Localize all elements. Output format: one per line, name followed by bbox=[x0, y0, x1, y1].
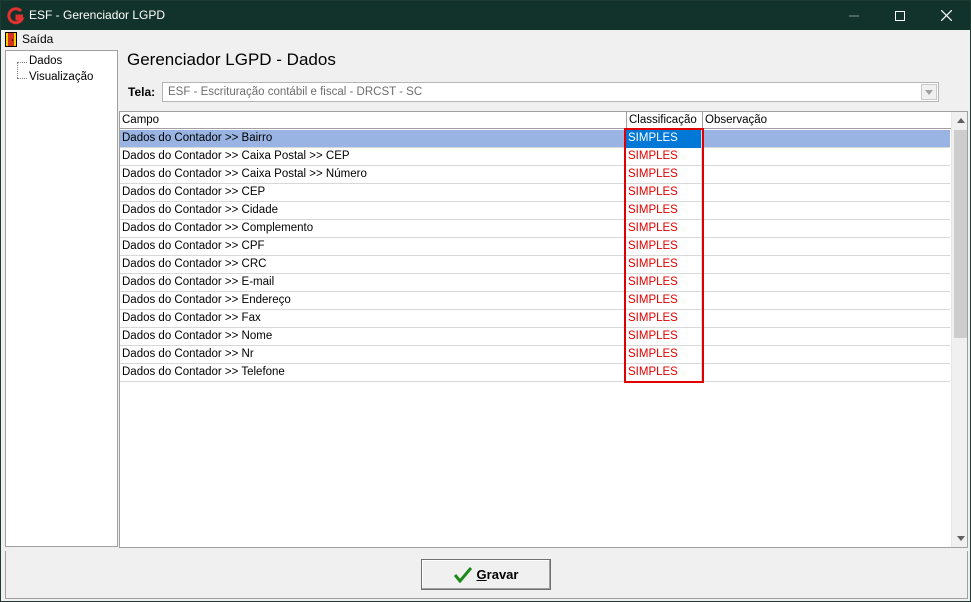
cell-campo[interactable]: Dados do Contador >> Bairro bbox=[120, 130, 626, 148]
table-row[interactable]: Dados do Contador >> CPF SIMPLES bbox=[120, 238, 950, 256]
tela-select[interactable]: ESF - Escrituração contábil e fiscal - D… bbox=[162, 82, 939, 102]
vertical-scrollbar[interactable] bbox=[951, 112, 967, 547]
table-row[interactable]: Dados do Contador >> Telefone SIMPLES bbox=[120, 364, 950, 382]
tela-select-value: ESF - Escrituração contábil e fiscal - D… bbox=[168, 86, 423, 98]
cell-classificacao[interactable]: SIMPLES bbox=[626, 256, 702, 274]
cell-observacao[interactable] bbox=[702, 148, 950, 166]
cell-campo[interactable]: Dados do Contador >> CPF bbox=[120, 238, 626, 256]
scroll-down-button[interactable] bbox=[952, 530, 967, 547]
cell-classificacao[interactable]: SIMPLES bbox=[626, 346, 702, 364]
cell-classificacao[interactable]: SIMPLES bbox=[626, 238, 702, 256]
cell-classificacao[interactable]: SIMPLES bbox=[626, 184, 702, 202]
minimize-button[interactable] bbox=[831, 1, 877, 30]
cell-classificacao[interactable]: SIMPLES bbox=[626, 130, 702, 148]
window-title: ESF - Gerenciador LGPD bbox=[29, 8, 166, 22]
tree-connector bbox=[17, 78, 27, 79]
cell-campo[interactable]: Dados do Contador >> Fax bbox=[120, 310, 626, 328]
cell-campo[interactable]: Dados do Contador >> CRC bbox=[120, 256, 626, 274]
cell-observacao[interactable] bbox=[702, 310, 950, 328]
table-row[interactable]: Dados do Contador >> Cidade SIMPLES bbox=[120, 202, 950, 220]
column-header-observacao[interactable]: Observação bbox=[703, 112, 951, 129]
cell-campo[interactable]: Dados do Contador >> E-mail bbox=[120, 274, 626, 292]
maximize-icon bbox=[895, 10, 905, 21]
cell-campo[interactable]: Dados do Contador >> Nome bbox=[120, 328, 626, 346]
table-row[interactable]: Dados do Contador >> CEP SIMPLES bbox=[120, 184, 950, 202]
cell-campo[interactable]: Dados do Contador >> Endereço bbox=[120, 292, 626, 310]
minimize-icon bbox=[849, 15, 859, 16]
save-label-rest: ravar bbox=[486, 567, 519, 582]
cell-observacao[interactable] bbox=[702, 220, 950, 238]
table-row[interactable]: Dados do Contador >> Complemento SIMPLES bbox=[120, 220, 950, 238]
chevron-up-icon bbox=[956, 118, 965, 123]
cell-classificacao[interactable]: SIMPLES bbox=[626, 166, 702, 184]
cell-classificacao[interactable]: SIMPLES bbox=[626, 310, 702, 328]
table-row[interactable]: Dados do Contador >> Bairro SIMPLES bbox=[120, 130, 950, 148]
close-button[interactable] bbox=[923, 1, 969, 30]
cell-observacao[interactable] bbox=[702, 202, 950, 220]
cell-campo[interactable]: Dados do Contador >> CEP bbox=[120, 184, 626, 202]
column-header-classificacao[interactable]: Classificação bbox=[627, 112, 703, 129]
close-icon bbox=[940, 10, 952, 21]
cell-campo[interactable]: Dados do Contador >> Caixa Postal >> CEP bbox=[120, 148, 626, 166]
cell-observacao[interactable] bbox=[702, 346, 950, 364]
table-row[interactable]: Dados do Contador >> Fax SIMPLES bbox=[120, 310, 950, 328]
page-title: Gerenciador LGPD - Dados bbox=[127, 50, 336, 69]
checkmark-icon bbox=[453, 566, 472, 583]
table-row[interactable]: Dados do Contador >> CRC SIMPLES bbox=[120, 256, 950, 274]
navigation-tree: Dados Visualização bbox=[5, 50, 118, 547]
main-window: ESF - Gerenciador LGPD Saída Dados Visua… bbox=[0, 0, 971, 602]
esf-logo-icon bbox=[7, 7, 25, 25]
cell-observacao[interactable] bbox=[702, 256, 950, 274]
cell-classificacao[interactable]: SIMPLES bbox=[626, 202, 702, 220]
data-grid[interactable]: Campo Classificação Observação Dados do … bbox=[119, 111, 968, 548]
tree-item-label: Visualização bbox=[29, 71, 94, 83]
exit-door-icon bbox=[5, 31, 17, 47]
cell-observacao[interactable] bbox=[702, 238, 950, 256]
cell-classificacao[interactable]: SIMPLES bbox=[626, 148, 702, 166]
maximize-button[interactable] bbox=[877, 1, 923, 30]
tree-item-label: Dados bbox=[29, 55, 63, 67]
cell-campo[interactable]: Dados do Contador >> Nr bbox=[120, 346, 626, 364]
cell-observacao[interactable] bbox=[702, 274, 950, 292]
save-button[interactable]: Gravar bbox=[421, 559, 551, 590]
tela-label: Tela: bbox=[128, 85, 156, 99]
table-row[interactable]: Dados do Contador >> Endereço SIMPLES bbox=[120, 292, 950, 310]
table-row[interactable]: Dados do Contador >> Caixa Postal >> CEP… bbox=[120, 148, 950, 166]
cell-observacao[interactable] bbox=[702, 292, 950, 310]
cell-observacao[interactable] bbox=[702, 364, 950, 382]
tree-item-dados[interactable]: Dados bbox=[6, 55, 116, 70]
cell-observacao[interactable] bbox=[702, 328, 950, 346]
cell-classificacao[interactable]: SIMPLES bbox=[626, 220, 702, 238]
chevron-down-icon bbox=[925, 89, 933, 95]
cell-campo[interactable]: Dados do Contador >> Telefone bbox=[120, 364, 626, 382]
chevron-down-icon bbox=[956, 536, 965, 541]
tree-item-visualizacao[interactable]: Visualização bbox=[6, 71, 116, 86]
table-row[interactable]: Dados do Contador >> Nr SIMPLES bbox=[120, 346, 950, 364]
cell-classificacao[interactable]: SIMPLES bbox=[626, 328, 702, 346]
cell-campo[interactable]: Dados do Contador >> Caixa Postal >> Núm… bbox=[120, 166, 626, 184]
cell-observacao[interactable] bbox=[702, 130, 950, 148]
cell-classificacao[interactable]: SIMPLES bbox=[626, 274, 702, 292]
scroll-thumb[interactable] bbox=[954, 130, 967, 338]
title-bar[interactable]: ESF - Gerenciador LGPD bbox=[1, 1, 970, 30]
cell-observacao[interactable] bbox=[702, 184, 950, 202]
dropdown-button[interactable] bbox=[921, 84, 937, 100]
cell-classificacao[interactable]: SIMPLES bbox=[626, 292, 702, 310]
scroll-up-button[interactable] bbox=[952, 112, 967, 129]
cell-campo[interactable]: Dados do Contador >> Cidade bbox=[120, 202, 626, 220]
table-row[interactable]: Dados do Contador >> Caixa Postal >> Núm… bbox=[120, 166, 950, 184]
save-button-label: Gravar bbox=[477, 567, 519, 582]
menu-item-label: Saída bbox=[22, 32, 54, 46]
cell-campo[interactable]: Dados do Contador >> Complemento bbox=[120, 220, 626, 238]
save-accelerator: G bbox=[476, 567, 487, 582]
column-header-campo[interactable]: Campo bbox=[120, 112, 627, 129]
menu-item-saida[interactable]: Saída bbox=[5, 31, 53, 47]
cell-observacao[interactable] bbox=[702, 166, 950, 184]
menu-bar: Saída bbox=[1, 30, 970, 48]
table-row[interactable]: Dados do Contador >> Nome SIMPLES bbox=[120, 328, 950, 346]
tree-connector bbox=[17, 62, 27, 63]
cell-classificacao[interactable]: SIMPLES bbox=[626, 364, 702, 382]
table-row[interactable]: Dados do Contador >> E-mail SIMPLES bbox=[120, 274, 950, 292]
